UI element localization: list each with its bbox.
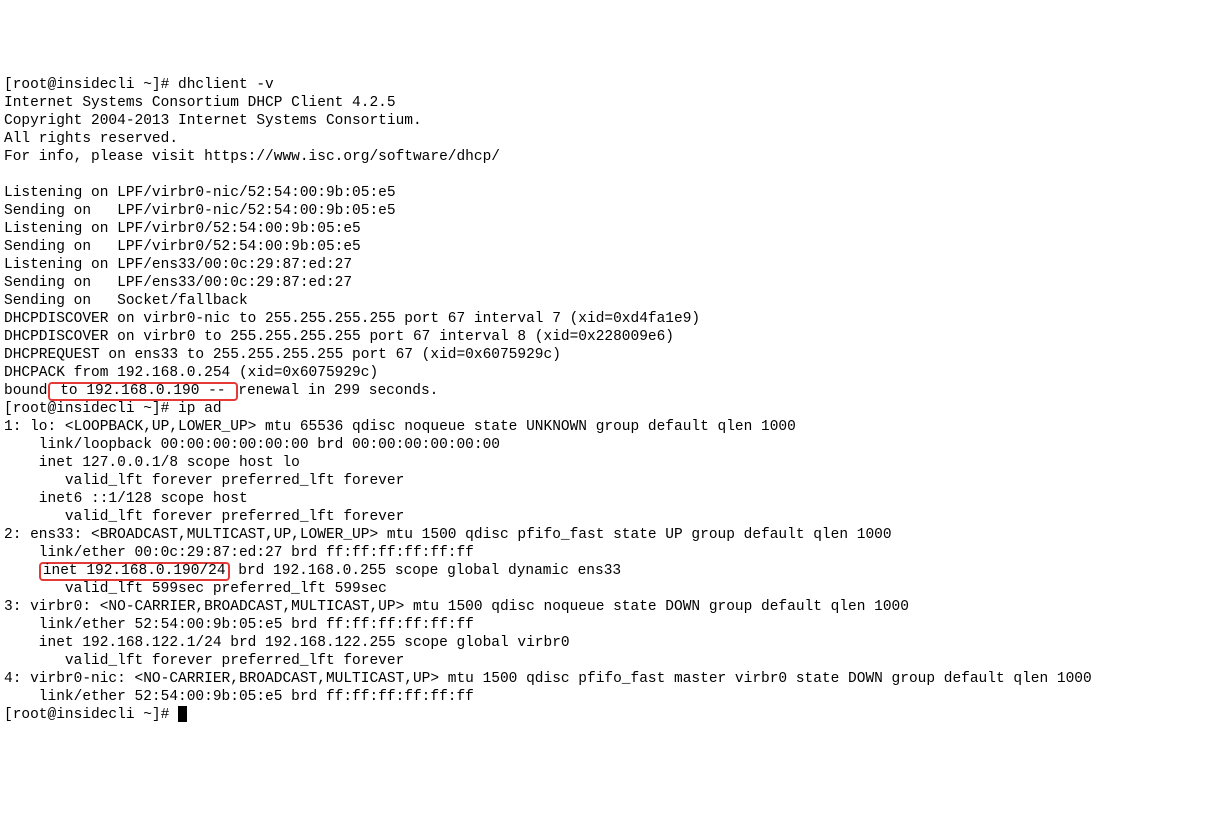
terminal-output[interactable]: [root@insidecli ~]# dhclient -v Internet… [4,76,1222,724]
ip-ad-output-pre: 1: lo: <LOOPBACK,UP,LOWER_UP> mtu 65536 … [4,419,892,561]
command-text: ip ad [178,401,222,417]
shell-prompt: [root@insidecli ~]# [4,707,178,723]
prompt-line-3: [root@insidecli ~]# [4,707,187,723]
inet-line: inet 192.168.0.190/24 brd 192.168.0.255 … [4,563,621,579]
bound-suffix: renewal in 299 seconds. [238,383,438,399]
ip-ad-output-post: valid_lft 599sec preferred_lft 599sec 3:… [4,581,1092,705]
shell-prompt: [root@insidecli ~]# [4,401,178,417]
bound-ip-highlight: to 192.168.0.190 -- [48,382,239,401]
inet-suffix: brd 192.168.0.255 scope global dynamic e… [230,563,622,579]
inet-ip-highlight: inet 192.168.0.190/24 [39,562,230,581]
command-text: dhclient -v [178,77,274,93]
inet-pad [4,563,39,579]
cursor-icon [178,706,187,722]
shell-prompt: [root@insidecli ~]# [4,77,178,93]
bound-prefix: bound [4,383,48,399]
prompt-line-1: [root@insidecli ~]# dhclient -v [4,77,274,93]
bound-line: bound to 192.168.0.190 -- renewal in 299… [4,383,438,399]
dhclient-output: Internet Systems Consortium DHCP Client … [4,95,700,381]
prompt-line-2: [root@insidecli ~]# ip ad [4,401,222,417]
